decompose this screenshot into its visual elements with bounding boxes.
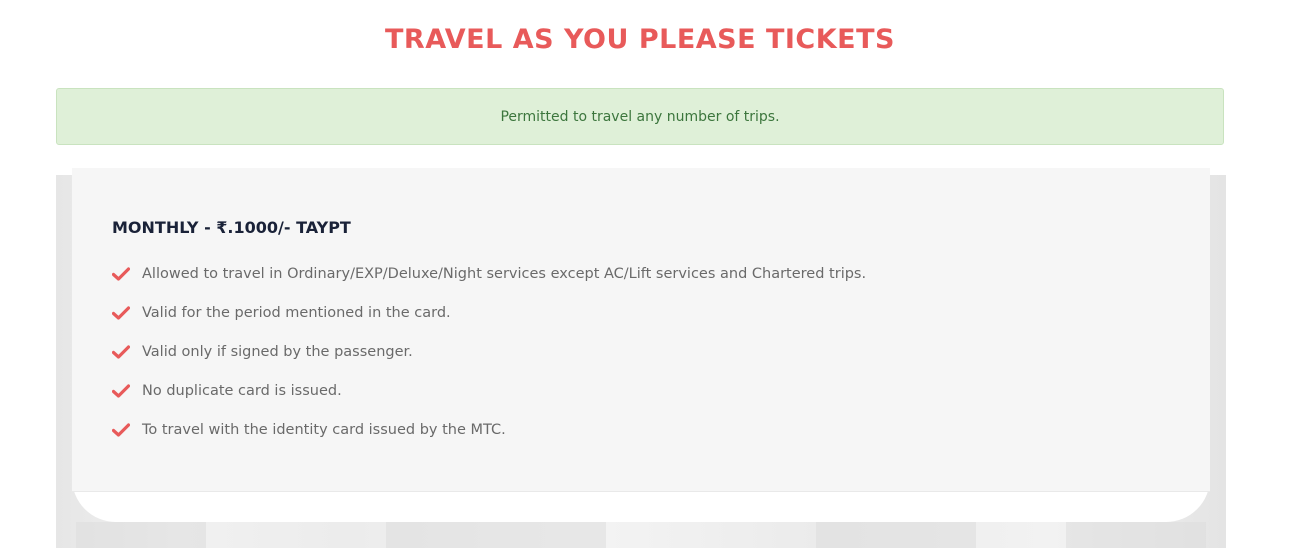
- feature-text: To travel with the identity card issued …: [142, 421, 506, 438]
- info-alert: Permitted to travel any number of trips.: [56, 88, 1224, 145]
- feature-list: Allowed to travel in Ordinary/EXP/Deluxe…: [112, 254, 866, 449]
- list-item: No duplicate card is issued.: [112, 371, 866, 410]
- page-title: TRAVEL AS YOU PLEASE TICKETS: [385, 24, 895, 55]
- list-item: To travel with the identity card issued …: [112, 410, 866, 449]
- page: TRAVEL AS YOU PLEASE TICKETS Permitted t…: [0, 0, 1290, 548]
- list-item: Valid for the period mentioned in the ca…: [112, 293, 866, 332]
- check-icon: [112, 304, 130, 322]
- feature-text: Valid for the period mentioned in the ca…: [142, 304, 451, 321]
- list-item: Allowed to travel in Ordinary/EXP/Deluxe…: [112, 254, 866, 293]
- check-icon: [112, 265, 130, 283]
- feature-text: Valid only if signed by the passenger.: [142, 343, 413, 360]
- plan-card: MONTHLY - ₹.1000/- TAYPT Allowed to trav…: [72, 168, 1210, 492]
- feature-text: Allowed to travel in Ordinary/EXP/Deluxe…: [142, 265, 867, 282]
- plan-title: MONTHLY - ₹.1000/- TAYPT: [112, 218, 351, 237]
- feature-text: No duplicate card is issued.: [142, 382, 342, 399]
- check-icon: [112, 343, 130, 361]
- alert-text: Permitted to travel any number of trips.: [500, 108, 780, 125]
- list-item: Valid only if signed by the passenger.: [112, 332, 866, 371]
- check-icon: [112, 421, 130, 439]
- check-icon: [112, 382, 130, 400]
